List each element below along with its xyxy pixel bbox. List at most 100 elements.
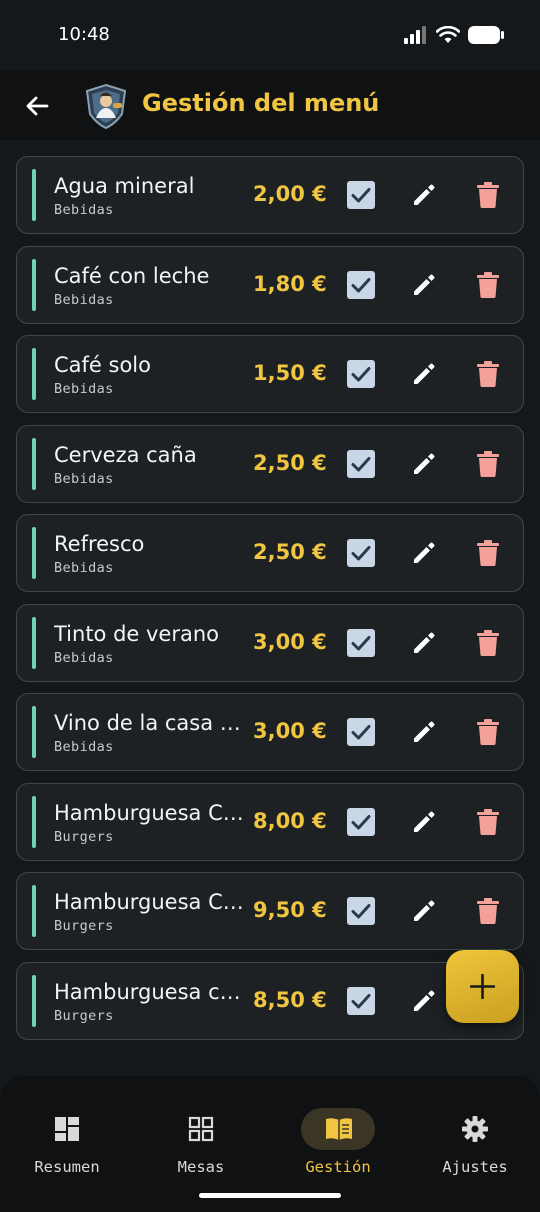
item-name: Hamburguesa C…: [54, 800, 244, 825]
back-button[interactable]: [22, 91, 52, 121]
delete-trash-icon[interactable]: [477, 719, 499, 745]
item-price: 3,00 €: [253, 629, 327, 654]
menu-item[interactable]: Refresco Bebidas 2,50 €: [16, 514, 524, 592]
menu-item[interactable]: Hamburguesa C… Burgers 8,00 €: [16, 782, 524, 861]
item-price: 3,00 €: [253, 719, 327, 743]
status-time: 10:48: [58, 24, 110, 45]
available-checkbox-icon[interactable]: [347, 897, 375, 925]
available-checkbox-icon[interactable]: [347, 449, 375, 478]
nav-item-resumen[interactable]: Resumen: [0, 1094, 130, 1176]
item-price: 1,80 €: [253, 271, 327, 296]
delete-trash-icon[interactable]: [477, 540, 499, 566]
edit-pencil-icon[interactable]: [411, 540, 437, 566]
delete-trash-icon[interactable]: [477, 808, 499, 835]
nav-icon-container: [164, 1108, 238, 1150]
available-checkbox-icon[interactable]: [347, 181, 375, 209]
item-accent-bar: [32, 437, 36, 490]
item-price: 9,50 €: [253, 898, 327, 922]
menu-item[interactable]: Café con leche Bebidas 1,80 €: [16, 245, 524, 324]
app-bar: Gestión del menú: [0, 70, 540, 140]
edit-pencil-icon[interactable]: [411, 630, 437, 656]
menu-item[interactable]: Café solo Bebidas 1,50 €: [16, 335, 524, 413]
nav-label: Mesas: [177, 1158, 225, 1176]
edit-pencil-icon[interactable]: [411, 988, 437, 1014]
item-category: Bebidas: [54, 291, 114, 308]
edit-pencil-icon[interactable]: [411, 451, 437, 477]
item-name: Hamburguesa c…: [54, 979, 241, 1004]
item-accent-bar: [32, 348, 36, 400]
nav-icon-container: [438, 1108, 512, 1150]
logo-icon: [85, 83, 127, 130]
item-category: Bebidas: [54, 381, 114, 397]
available-checkbox-icon[interactable]: [347, 539, 375, 567]
delete-trash-icon[interactable]: [477, 898, 499, 924]
arrow-left-icon: [26, 96, 49, 116]
delete-trash-icon[interactable]: [477, 361, 499, 387]
nav-item-mesas[interactable]: Mesas: [134, 1094, 264, 1176]
item-category: Bebidas: [54, 470, 114, 487]
gear-icon: [462, 1116, 488, 1142]
edit-pencil-icon[interactable]: [411, 361, 437, 387]
signal-icon: [404, 26, 426, 44]
available-checkbox-icon[interactable]: [347, 807, 375, 836]
menu-item[interactable]: Vino de la casa (… Bebidas 3,00 €: [16, 693, 524, 771]
menu-item[interactable]: Agua mineral Bebidas 2,00 €: [16, 156, 524, 234]
status-bar: 10:48: [0, 0, 540, 70]
grid-icon: [188, 1116, 214, 1142]
edit-pencil-icon[interactable]: [411, 272, 437, 298]
available-checkbox-icon[interactable]: [347, 270, 375, 299]
menu-book-icon: [326, 1118, 352, 1140]
plus-icon: [470, 974, 495, 999]
item-accent-bar: [32, 706, 36, 758]
nav-label: Gestión: [305, 1158, 371, 1176]
item-name: Vino de la casa (…: [54, 711, 244, 735]
delete-trash-icon[interactable]: [477, 450, 499, 477]
menu-item-list: Agua mineral Bebidas 2,00 € Café con lec…: [16, 156, 524, 1051]
item-category: Bebidas: [54, 560, 114, 576]
menu-item[interactable]: Cerveza caña Bebidas 2,50 €: [16, 424, 524, 503]
delete-trash-icon[interactable]: [477, 271, 499, 298]
available-checkbox-icon[interactable]: [347, 628, 375, 657]
item-price: 2,50 €: [253, 450, 327, 475]
nav-item-ajustes[interactable]: Ajustes: [408, 1094, 538, 1176]
item-accent-bar: [32, 169, 36, 221]
item-category: Burgers: [54, 1007, 114, 1024]
bottom-navigation: Resumen Mesas Gestión Ajustes: [0, 1076, 540, 1212]
menu-item[interactable]: Hamburguesa C… Burgers 9,50 €: [16, 872, 524, 950]
nav-icon-container: [30, 1108, 104, 1150]
app-logo: [82, 82, 130, 130]
item-accent-bar: [32, 974, 36, 1027]
item-name: Café con leche: [54, 263, 210, 288]
delete-trash-icon[interactable]: [477, 182, 499, 208]
edit-pencil-icon[interactable]: [411, 809, 437, 835]
item-accent-bar: [32, 527, 36, 579]
dashboard-icon: [55, 1117, 79, 1141]
add-item-button[interactable]: [446, 950, 519, 1023]
available-checkbox-icon[interactable]: [347, 718, 375, 746]
available-checkbox-icon[interactable]: [347, 360, 375, 388]
edit-pencil-icon[interactable]: [411, 719, 437, 745]
nav-icon-container-active: [301, 1108, 375, 1150]
home-indicator[interactable]: [199, 1193, 341, 1198]
item-price: 2,50 €: [253, 540, 327, 564]
item-price: 8,50 €: [253, 987, 327, 1012]
item-accent-bar: [32, 616, 36, 669]
menu-item[interactable]: Tinto de verano Bebidas 3,00 €: [16, 603, 524, 682]
edit-pencil-icon[interactable]: [411, 182, 437, 208]
delete-trash-icon[interactable]: [477, 629, 499, 656]
item-accent-bar: [32, 258, 36, 311]
wifi-icon: [436, 26, 460, 43]
item-name: Cerveza caña: [54, 442, 197, 467]
item-name: Hamburguesa C…: [54, 890, 244, 914]
nav-item-gestion[interactable]: Gestión: [271, 1094, 401, 1176]
edit-pencil-icon[interactable]: [411, 898, 437, 924]
item-category: Bebidas: [54, 202, 114, 218]
item-name: Café solo: [54, 353, 151, 377]
nav-label: Ajustes: [442, 1158, 508, 1176]
item-name: Refresco: [54, 532, 145, 556]
status-icons: [404, 26, 504, 44]
available-checkbox-icon[interactable]: [347, 986, 375, 1015]
page-title: Gestión del menú: [142, 89, 380, 117]
item-name: Tinto de verano: [54, 621, 220, 646]
item-category: Bebidas: [54, 739, 114, 755]
